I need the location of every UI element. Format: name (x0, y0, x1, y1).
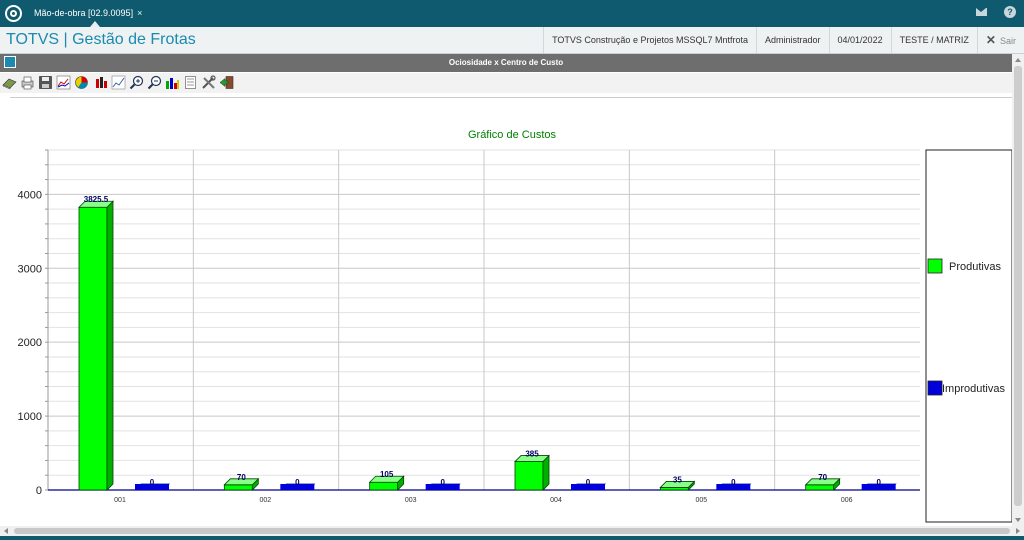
x-tick-label: 005 (695, 497, 707, 504)
x-tick-label: 002 (259, 497, 271, 504)
data-label: 0 (731, 478, 736, 487)
data-label: 70 (818, 473, 827, 482)
chart-legend: Produtivas Improdutivas (925, 149, 1013, 523)
chart-title: Gráfico de Custos (468, 129, 557, 141)
legend-swatch (927, 380, 943, 396)
tab-mao-de-obra[interactable]: Mão-de-obra [02.9.0095] × (28, 3, 148, 27)
zoom-out-icon[interactable] (147, 75, 162, 90)
scroll-right-icon[interactable] (1016, 528, 1020, 534)
window-icon[interactable] (4, 56, 16, 68)
vertical-scroll-thumb[interactable] (1014, 66, 1022, 506)
session-info: TOTVS Construção e Projetos MSSQL7 Mntfr… (543, 27, 1024, 53)
data-label: 0 (876, 478, 881, 487)
dialog-title: Ociosidade x Centro de Custo (448, 58, 564, 67)
bar-chart: Gráfico de Custos 01000200030004000001 00… (18, 129, 1013, 523)
bar-front (78, 206, 108, 491)
y-tick-label: 2000 (18, 337, 42, 349)
zoom-in-icon[interactable] (129, 75, 144, 90)
data-label: 70 (237, 473, 246, 482)
data-label: 35 (673, 475, 682, 484)
chart-bars (78, 200, 897, 491)
bottom-border (0, 536, 1024, 540)
x-tick-label: 003 (405, 497, 417, 504)
bar-side (106, 200, 114, 491)
data-label: 385 (525, 450, 539, 459)
tab-label: Mão-de-obra [02.9.0095] (34, 8, 134, 18)
legend-swatch (927, 258, 943, 274)
exit-button[interactable]: ✕ Sair (976, 27, 1024, 53)
line-chart-icon[interactable] (111, 75, 126, 90)
pie-chart-icon[interactable] (74, 75, 89, 90)
horizontal-scrollbar[interactable] (0, 526, 1024, 536)
data-label: 3825.5 (84, 195, 109, 204)
dialog-titlebar: Ociosidade x Centro de Custo (0, 54, 1012, 72)
scroll-up-icon[interactable] (1015, 58, 1021, 62)
y-tick-label: 1000 (18, 411, 42, 423)
chart-type-icon[interactable] (56, 75, 71, 90)
exit-label: Sair (999, 36, 1016, 46)
help-icon[interactable]: ? (1004, 6, 1016, 18)
x-tick-label: 001 (114, 497, 126, 504)
top-bar: Mão-de-obra [02.9.0095] × ? (0, 0, 1024, 27)
legend-label: Produtivas (949, 261, 1001, 273)
exit-icon[interactable] (219, 75, 234, 90)
mail-icon[interactable] (976, 8, 987, 16)
data-label: 0 (440, 478, 445, 487)
bar-front (369, 481, 399, 491)
y-tick-label: 0 (36, 485, 42, 497)
x-tick-label: 004 (550, 497, 562, 504)
bar-front (805, 484, 835, 491)
bar-chart-icon[interactable] (94, 75, 109, 90)
document-icon[interactable] (183, 75, 198, 90)
date-info: 04/01/2022 (828, 27, 891, 53)
print-icon[interactable] (20, 75, 35, 90)
bar-front (223, 484, 253, 491)
legend-label: Improdutivas (942, 383, 1005, 395)
bar-produtivas (78, 200, 114, 491)
chart-toolbar (0, 73, 1012, 93)
app-title: TOTVS | Gestão de Frotas (6, 31, 196, 48)
chart-area: Gráfico de Custos 0 1000 2000 3000 4000 001 00… (10, 97, 1013, 526)
x-tick-label: 006 (841, 497, 853, 504)
app-header: TOTVS | Gestão de Frotas TOTVS Construçã… (0, 27, 1024, 54)
chart-grid (48, 149, 920, 490)
data-label: 105 (380, 470, 394, 479)
legend-box (925, 149, 1013, 523)
series-icon[interactable] (165, 75, 180, 90)
data-label: 0 (586, 478, 591, 487)
scroll-left-icon[interactable] (4, 528, 8, 534)
bar-front (514, 461, 544, 491)
tab-close-icon[interactable]: × (137, 8, 142, 18)
vertical-scrollbar[interactable] (1012, 54, 1024, 526)
save-icon[interactable] (38, 75, 53, 90)
y-tick-label: 4000 (18, 189, 42, 201)
close-icon: ✕ (985, 33, 996, 47)
branch-info: TESTE / MATRIZ (890, 27, 977, 53)
company-info: TOTVS Construção e Projetos MSSQL7 Mntfr… (543, 27, 756, 53)
book-icon[interactable] (2, 75, 17, 90)
data-label: 0 (150, 478, 155, 487)
scroll-down-icon[interactable] (1015, 518, 1021, 522)
bar-produtivas (514, 454, 550, 491)
tools-icon[interactable] (201, 75, 216, 90)
totvs-logo-icon[interactable] (5, 5, 22, 22)
y-tick-label: 3000 (18, 263, 42, 275)
horizontal-scroll-thumb[interactable] (14, 528, 1010, 534)
user-info: Administrador (756, 27, 829, 53)
data-label: 0 (295, 478, 300, 487)
